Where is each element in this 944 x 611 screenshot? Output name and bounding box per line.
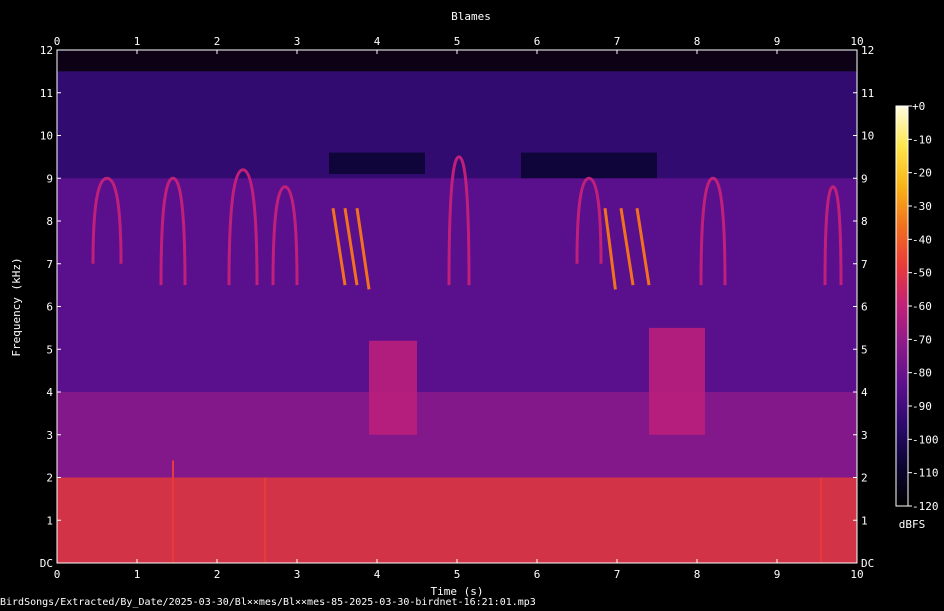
x-tick-label-top: 9 — [774, 35, 781, 48]
y-tick-label-left: 4 — [46, 386, 53, 399]
x-tick-label-bottom: 0 — [54, 568, 61, 581]
x-tick-label-top: 6 — [534, 35, 541, 48]
x-tick-label-bottom: 4 — [374, 568, 381, 581]
colorbar-tick-label: -90 — [912, 400, 932, 413]
energy-band — [57, 71, 857, 179]
y-tick-label-left: 10 — [40, 130, 53, 143]
y-tick-label-left: 9 — [46, 172, 53, 185]
energy-band — [369, 340, 417, 435]
colorbar-tick-label: +0 — [912, 100, 925, 113]
y-tick-label-right: 2 — [861, 472, 868, 485]
x-tick-label-top: 0 — [54, 35, 61, 48]
y-tick-label-left: 8 — [46, 215, 53, 228]
y-tick-label-right: 3 — [861, 429, 868, 442]
y-tick-label-left: 2 — [46, 472, 53, 485]
y-tick-label-left: 12 — [40, 44, 53, 57]
x-tick-label-bottom: 1 — [134, 568, 141, 581]
y-axis-label: Frequency (kHz) — [10, 257, 23, 356]
x-tick-label-bottom: 5 — [454, 568, 461, 581]
x-tick-label-bottom: 9 — [774, 568, 781, 581]
y-tick-label-right: 7 — [861, 258, 868, 271]
y-tick-label-right: 8 — [861, 215, 868, 228]
colorbar-tick-label: -60 — [912, 300, 932, 313]
y-tick-label-left: DC — [40, 557, 53, 570]
colorbar-tick-label: -80 — [912, 367, 932, 380]
energy-band — [57, 477, 857, 563]
x-tick-label-bottom: 6 — [534, 568, 541, 581]
y-tick-label-right: 11 — [861, 87, 874, 100]
x-tick-label-top: 4 — [374, 35, 381, 48]
x-tick-label-top: 2 — [214, 35, 221, 48]
y-tick-label-right: 9 — [861, 172, 868, 185]
x-tick-label-top: 7 — [614, 35, 621, 48]
spectrogram-features — [57, 50, 857, 563]
colorbar-tick-label: -110 — [912, 467, 939, 480]
colorbar-tick-label: -70 — [912, 333, 932, 346]
energy-band — [57, 392, 857, 478]
x-tick-label-top: 3 — [294, 35, 301, 48]
x-tick-label-bottom: 3 — [294, 568, 301, 581]
x-tick-label-top: 5 — [454, 35, 461, 48]
colorbar-tick-label: -100 — [912, 433, 939, 446]
y-tick-label-left: 11 — [40, 87, 53, 100]
colorbar-tick-label: -30 — [912, 200, 932, 213]
y-tick-label-left: 7 — [46, 258, 53, 271]
colorbar-label: dBFS — [899, 518, 926, 531]
colorbar — [895, 105, 909, 507]
x-tick-label-bottom: 2 — [214, 568, 221, 581]
colorbar-tick-label: -10 — [912, 133, 932, 146]
x-tick-label-bottom: 8 — [694, 568, 701, 581]
x-tick-label-top: 8 — [694, 35, 701, 48]
x-tick-label-bottom: 7 — [614, 568, 621, 581]
x-tick-label-top: 1 — [134, 35, 141, 48]
y-tick-label-right: DC — [861, 557, 874, 570]
colorbar-ticks: +0 -10 -20 -30 -40 -50 -60 -70 -80 -90 -100 -110 -12… — [908, 100, 939, 513]
y-tick-label-left: 1 — [46, 514, 53, 527]
energy-band — [57, 178, 857, 392]
y-tick-label-right: 12 — [861, 44, 874, 57]
y-tick-label-right: 1 — [861, 514, 868, 527]
y-tick-label-left: 3 — [46, 429, 53, 442]
colorbar-tick-label: -40 — [912, 233, 932, 246]
y-tick-label-right: 6 — [861, 301, 868, 314]
colorbar-tick-label: -50 — [912, 267, 932, 280]
y-tick-label-right: 10 — [861, 130, 874, 143]
spectrogram-chart: Blames 001122334455667788991010 DC DC1 12 2… — [10, 10, 939, 598]
colorbar-tick-label: -120 — [912, 500, 939, 513]
y-tick-label-left: 6 — [46, 301, 53, 314]
file-path-footer: BirdSongs/Extracted/By_Date/2025-03-30/B… — [0, 597, 536, 608]
y-tick-label-right: 5 — [861, 343, 868, 356]
chart-title: Blames — [451, 10, 491, 23]
y-tick-label-right: 4 — [861, 386, 868, 399]
energy-band — [649, 327, 705, 435]
y-tick-label-left: 5 — [46, 343, 53, 356]
colorbar-tick-label: -20 — [912, 167, 932, 180]
energy-band — [521, 152, 657, 179]
energy-band — [329, 152, 425, 174]
